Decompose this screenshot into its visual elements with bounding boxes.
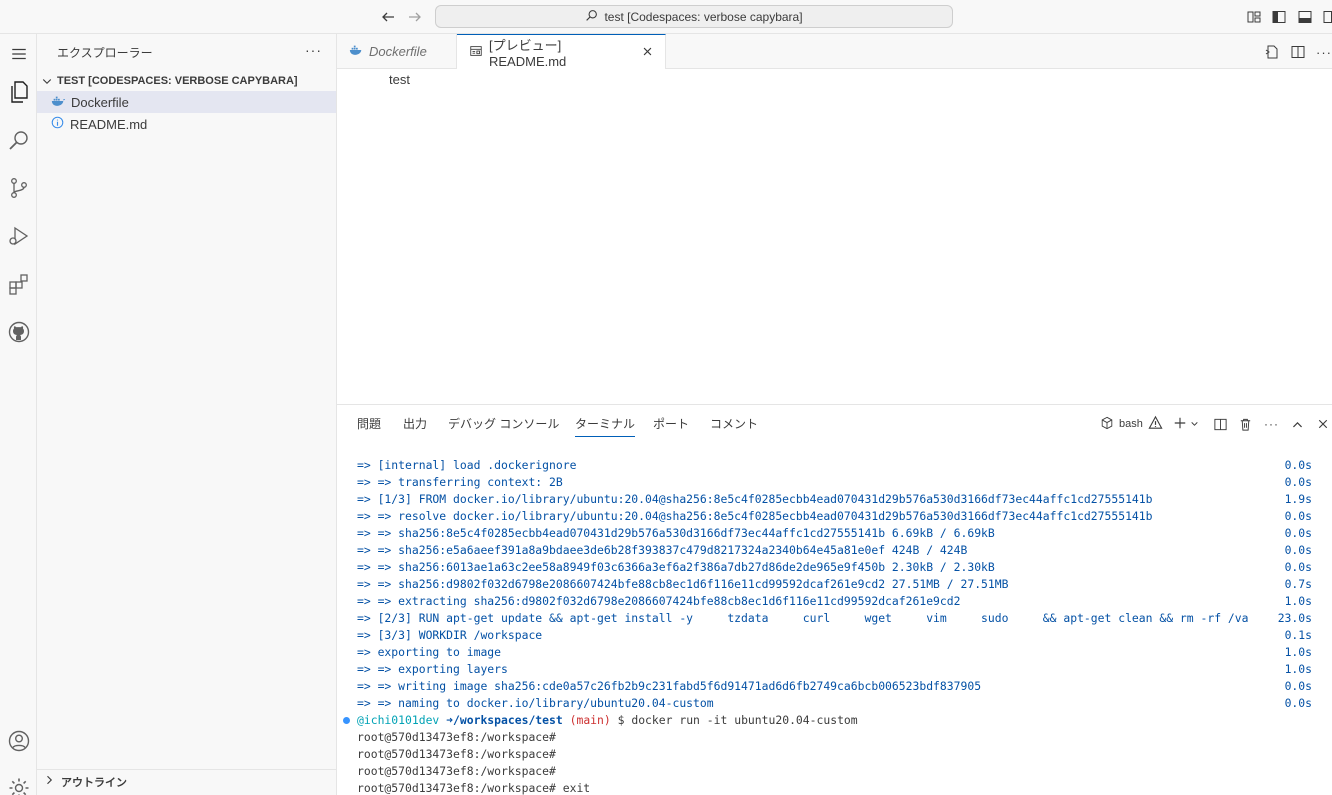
tab-dockerfile[interactable]: Dockerfile — [337, 34, 457, 69]
new-terminal-button[interactable] — [1173, 415, 1199, 433]
docker-icon — [51, 95, 66, 110]
file-name: README.md — [70, 116, 148, 132]
outline-label: アウトライン — [61, 776, 127, 789]
terminal-line: => => sha256:e5a6aeef391a8a9bdaee3de6b28… — [357, 543, 1312, 557]
github-icon[interactable] — [0, 312, 37, 352]
terminal-line: => => sha256:d9802f032d6798e2086607424bf… — [357, 577, 1312, 591]
markdown-preview: test — [337, 69, 1332, 404]
workspace-folder-label: TEST [CODESPACES: VERBOSE CAPYBARA] — [57, 75, 298, 87]
chevron-down-icon — [37, 75, 57, 87]
tab-output[interactable]: 出力 — [403, 415, 427, 437]
terminal-line: => exporting to image 1.0s — [357, 645, 1312, 659]
explorer-sidebar: エクスプローラー ··· TEST [CODESPACES: VERBOSE C… — [37, 34, 337, 795]
tab-label: Dockerfile — [369, 44, 427, 59]
toggle-primary-sidebar-icon[interactable] — [1270, 8, 1288, 26]
more-actions-icon[interactable]: ··· — [1315, 43, 1332, 61]
terminal-line: => => sha256:6013ae1a63c2ee58a8949f03c63… — [357, 560, 1312, 574]
terminal-line: => [internal] load .dockerignore 0.0s — [357, 458, 1312, 472]
manage-gear-icon[interactable] — [0, 768, 37, 795]
menu-icon[interactable] — [0, 34, 37, 74]
terminal-line: => => exporting layers 1.0s — [357, 662, 1312, 676]
tab-readme-preview[interactable]: [プレビュー] README.md — [457, 34, 666, 69]
toggle-panel-icon[interactable] — [1296, 8, 1314, 26]
terminal-line: => [1/3] FROM docker.io/library/ubuntu:2… — [357, 492, 1312, 506]
terminal-line: => => resolve docker.io/library/ubuntu:2… — [357, 509, 1312, 523]
explorer-icon[interactable] — [0, 72, 37, 112]
source-control-icon[interactable] — [0, 168, 37, 208]
terminal-selector[interactable]: bash — [1100, 415, 1163, 433]
chevron-right-icon — [43, 774, 55, 789]
file-item-readme[interactable]: README.md — [37, 113, 336, 135]
search-view-icon[interactable] — [0, 120, 37, 160]
terminal-line: => => writing image sha256:cde0a57c26fb2… — [357, 679, 1312, 693]
bottom-panel: 問題 出力 デバッグ コンソール ターミナル ポート コメント bash ···… — [337, 404, 1332, 795]
terminal-line: root@570d13473ef8:/workspace# — [357, 764, 556, 778]
terminal-line: => => sha256:8e5c4f0285ecbb4ead070431d29… — [357, 526, 1312, 540]
outline-section-header[interactable]: アウトライン — [37, 769, 336, 793]
terminal-line: => [2/3] RUN apt-get update && apt-get i… — [357, 611, 1312, 625]
terminal-line: => => transferring context: 2B 0.0s — [357, 475, 1312, 489]
activity-bar — [0, 34, 37, 795]
shell-name: bash — [1119, 418, 1143, 430]
run-debug-icon[interactable] — [0, 216, 37, 256]
chevron-down-icon — [1190, 417, 1199, 431]
file-name: Dockerfile — [71, 94, 129, 110]
tab-problems[interactable]: 問題 — [357, 415, 381, 437]
terminal-line: => => extracting sha256:d9802f032d6798e2… — [357, 594, 1312, 608]
forward-arrow-icon[interactable] — [404, 7, 426, 27]
info-icon — [51, 116, 64, 132]
file-item-dockerfile[interactable]: Dockerfile — [37, 91, 336, 113]
more-actions-icon[interactable]: ··· — [305, 42, 322, 58]
terminal-box-icon — [1100, 416, 1114, 433]
command-center-label: test [Codespaces: verbose capybara] — [604, 9, 803, 24]
terminal-output[interactable]: => [internal] load .dockerignore 0.0s => … — [337, 457, 1332, 795]
split-editor-icon[interactable] — [1289, 43, 1307, 61]
tab-label: [プレビュー] README.md — [489, 38, 567, 69]
split-terminal-icon[interactable] — [1213, 415, 1228, 433]
terminal-prompt-line: @ichi0101dev ➜/workspaces/test (main) $ … — [343, 712, 1312, 729]
maximize-panel-icon[interactable] — [1291, 415, 1304, 433]
explorer-title: エクスプローラー — [57, 46, 153, 60]
search-icon — [585, 9, 598, 25]
trash-icon[interactable] — [1238, 415, 1253, 433]
terminal-line: => [3/3] WORKDIR /workspace 0.1s — [357, 628, 1312, 642]
tab-comments[interactable]: コメント — [710, 415, 758, 437]
workspace-folder-header[interactable]: TEST [CODESPACES: VERBOSE CAPYBARA] — [37, 71, 337, 91]
accounts-icon[interactable] — [0, 721, 37, 761]
preview-icon — [469, 44, 483, 61]
back-arrow-icon[interactable] — [377, 7, 399, 27]
extensions-icon[interactable] — [0, 264, 37, 304]
close-icon[interactable] — [642, 45, 653, 60]
tab-terminal[interactable]: ターミナル — [575, 415, 636, 437]
title-bar: test [Codespaces: verbose capybara] — [0, 0, 1332, 34]
preview-content: test — [389, 72, 410, 87]
terminal-line: => => naming to docker.io/library/ubuntu… — [357, 696, 1312, 710]
tab-ports[interactable]: ポート — [653, 415, 689, 437]
terminal-line: root@570d13473ef8:/workspace# — [357, 730, 556, 744]
terminal-line: root@570d13473ef8:/workspace# exit — [357, 781, 591, 795]
more-actions-icon[interactable]: ··· — [1264, 415, 1279, 433]
editor-tab-bar: Dockerfile [プレビュー] README.md ··· — [337, 34, 1332, 69]
customize-layout-icon[interactable] — [1245, 8, 1263, 26]
close-panel-icon[interactable] — [1317, 415, 1329, 433]
toggle-secondary-sidebar-icon[interactable] — [1321, 8, 1332, 26]
command-center-search[interactable]: test [Codespaces: verbose capybara] — [435, 5, 953, 28]
plus-icon — [1173, 416, 1187, 433]
terminal-line: root@570d13473ef8:/workspace# — [357, 747, 556, 761]
warning-icon[interactable] — [1148, 415, 1163, 433]
tab-debug-console[interactable]: デバッグ コンソール — [448, 415, 559, 437]
command-decoration-dot[interactable] — [343, 717, 350, 724]
open-source-icon[interactable] — [1263, 43, 1281, 61]
docker-icon — [349, 44, 363, 59]
